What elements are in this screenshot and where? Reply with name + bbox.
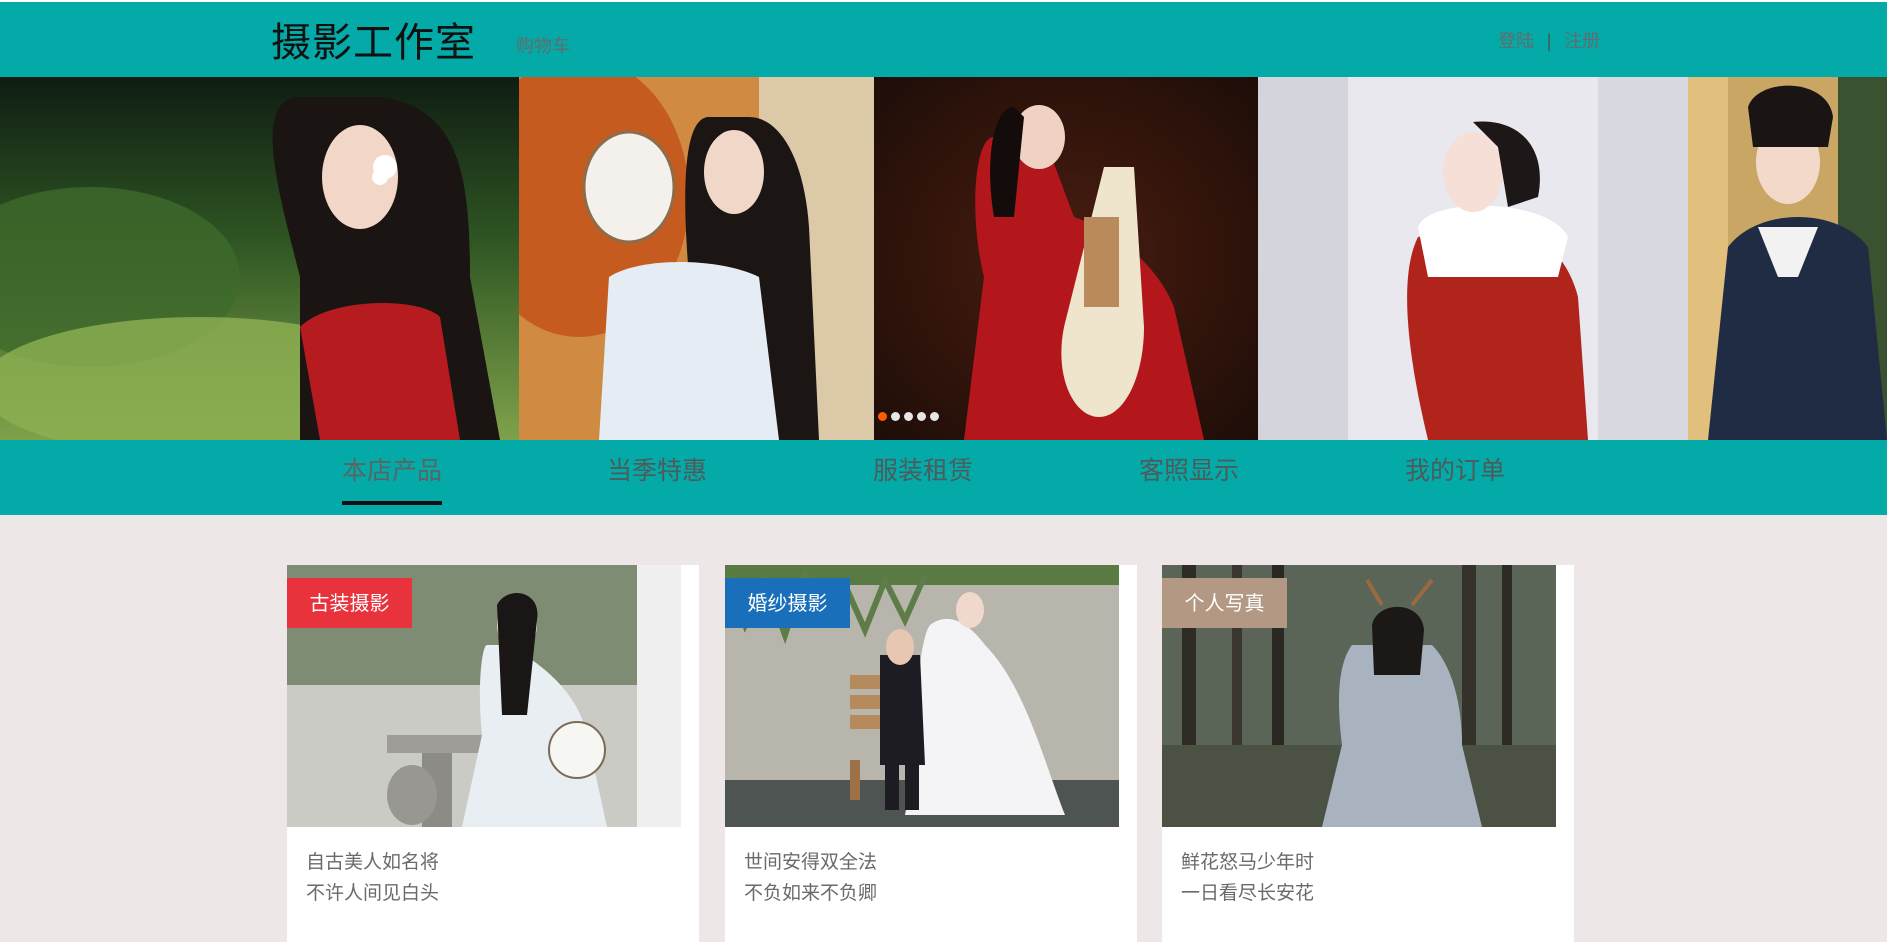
product-card-ancient-costume[interactable]: 古装摄影 自古美人如名将 不许人间见白头 bbox=[287, 565, 699, 942]
caption-line-1: 自古美人如名将 bbox=[306, 851, 440, 873]
product-card-wedding[interactable]: 婚纱摄影 世间安得双全法 不负如来不负卿 bbox=[725, 565, 1137, 942]
category-tag: 个人写真 bbox=[1162, 578, 1287, 628]
caption-line-2: 不负如来不负卿 bbox=[744, 882, 878, 904]
caption-line-2: 不许人间见白头 bbox=[306, 882, 440, 904]
cart-link[interactable]: 购物车 bbox=[516, 35, 570, 59]
carousel-slide-2[interactable] bbox=[519, 77, 874, 440]
carousel-dot-3[interactable] bbox=[904, 412, 913, 421]
carousel-slide-4[interactable] bbox=[1258, 77, 1688, 440]
carousel-slide-5[interactable] bbox=[1688, 77, 1887, 440]
site-title[interactable]: 摄影工作室 bbox=[271, 19, 476, 67]
carousel-slide-1[interactable] bbox=[0, 77, 519, 440]
category-tag: 婚纱摄影 bbox=[725, 578, 850, 628]
tab-costume-rental[interactable]: 服装租赁 bbox=[873, 454, 973, 488]
top-navbar: 摄影工作室 购物车 登陆 | 注册 bbox=[0, 0, 1887, 77]
login-link[interactable]: 登陆 bbox=[1498, 30, 1534, 54]
carousel-dot-5[interactable] bbox=[930, 412, 939, 421]
product-card-portrait[interactable]: 个人写真 鲜花怒马少年时 一日看尽长安花 bbox=[1162, 565, 1574, 942]
tab-products[interactable]: 本店产品 bbox=[342, 454, 442, 488]
carousel-slide-3[interactable] bbox=[874, 77, 1258, 440]
card-caption: 自古美人如名将 不许人间见白头 bbox=[306, 847, 439, 909]
caption-line-1: 鲜花怒马少年时 bbox=[1181, 851, 1315, 873]
tab-my-orders[interactable]: 我的订单 bbox=[1405, 454, 1505, 488]
caption-line-2: 一日看尽长安花 bbox=[1181, 882, 1315, 904]
category-tag: 古装摄影 bbox=[287, 578, 412, 628]
carousel-pagination bbox=[878, 412, 939, 421]
card-caption: 世间安得双全法 不负如来不负卿 bbox=[744, 847, 877, 909]
tab-customer-photos[interactable]: 客照显示 bbox=[1139, 454, 1239, 488]
register-link[interactable]: 注册 bbox=[1564, 30, 1600, 54]
card-caption: 鲜花怒马少年时 一日看尽长安花 bbox=[1181, 847, 1314, 909]
auth-separator: | bbox=[1546, 31, 1553, 52]
active-tab-underline bbox=[342, 501, 442, 505]
caption-line-1: 世间安得双全法 bbox=[744, 851, 878, 873]
carousel-dot-1[interactable] bbox=[878, 412, 887, 421]
category-nav: 本店产品 当季特惠 服装租赁 客照显示 我的订单 bbox=[0, 440, 1887, 515]
tab-seasonal-deals[interactable]: 当季特惠 bbox=[607, 454, 707, 488]
carousel-dot-2[interactable] bbox=[891, 412, 900, 421]
hero-carousel[interactable] bbox=[0, 77, 1887, 440]
carousel-dot-4[interactable] bbox=[917, 412, 926, 421]
auth-links: 登陆 | 注册 bbox=[1498, 30, 1600, 54]
